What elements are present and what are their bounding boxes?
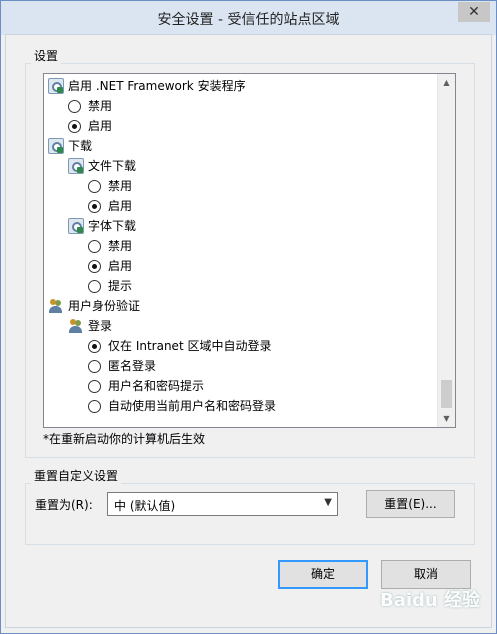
reset-button[interactable]: 重置(E)...	[366, 490, 455, 518]
tree-node-label: 启用 .NET Framework 安装程序	[68, 79, 246, 93]
radio-label: 匿名登录	[108, 359, 157, 373]
chevron-down-icon: ▼	[324, 497, 332, 508]
tree-node-label: 下载	[68, 139, 93, 153]
users-icon	[48, 298, 64, 314]
radio-label: 提示	[108, 279, 133, 293]
radio-label: 启用	[88, 119, 113, 133]
select-value: 中 (默认值)	[114, 499, 176, 513]
scroll-up-arrow-icon[interactable]: ▲	[438, 74, 455, 91]
radio-label: 用户名和密码提示	[108, 379, 205, 393]
reset-to-label: 重置为(R):	[35, 498, 93, 512]
radio-label: 禁用	[88, 99, 113, 113]
radio-button[interactable]	[68, 100, 81, 113]
radio-label: 禁用	[108, 239, 133, 253]
radio-label: 自动使用当前用户名和密码登录	[108, 399, 277, 413]
radio-button[interactable]	[88, 280, 101, 293]
settings-gear-icon	[68, 218, 84, 234]
radio-button-selected[interactable]	[88, 200, 101, 213]
window-title: 安全设置 - 受信任的站点区域	[157, 12, 340, 28]
settings-group-legend: 设置	[31, 47, 62, 64]
radio-label: 启用	[108, 199, 133, 213]
restart-note: *在重新启动你的计算机后生效	[43, 432, 206, 446]
tree-node-label: 字体下载	[88, 219, 137, 233]
radio-button[interactable]	[88, 240, 101, 253]
close-button[interactable]: ✕	[458, 2, 490, 22]
radio-button-selected[interactable]	[68, 120, 81, 133]
title-bar: 安全设置 - 受信任的站点区域 ✕	[1, 1, 496, 35]
settings-gear-icon	[48, 138, 64, 154]
radio-label: 禁用	[108, 179, 133, 193]
radio-button[interactable]	[88, 400, 101, 413]
watermark: Baidu 经验	[380, 590, 481, 611]
radio-label: 启用	[108, 259, 133, 273]
settings-tree[interactable]: 启用 .NET Framework 安装程序 禁用 启用 下载 文件下载 禁用 …	[43, 73, 456, 428]
radio-button[interactable]	[88, 180, 101, 193]
radio-button[interactable]	[88, 360, 101, 373]
scroll-down-arrow-icon[interactable]: ▼	[438, 410, 455, 427]
users-icon	[68, 318, 84, 334]
radio-button-selected[interactable]	[88, 340, 101, 353]
ok-button[interactable]: 确定	[278, 560, 368, 589]
scroll-thumb[interactable]	[441, 380, 452, 408]
vertical-scrollbar[interactable]: ▲ ▼	[437, 74, 455, 427]
cancel-button[interactable]: 取消	[381, 560, 471, 589]
reset-group-legend: 重置自定义设置	[31, 467, 122, 484]
tree-node-label: 登录	[88, 319, 113, 333]
radio-button[interactable]	[88, 380, 101, 393]
settings-gear-icon	[48, 78, 64, 94]
settings-gear-icon	[68, 158, 84, 174]
tree-node-label: 文件下载	[88, 159, 137, 173]
tree-node-label: 用户身份验证	[68, 299, 141, 313]
radio-label: 仅在 Intranet 区域中自动登录	[108, 339, 272, 353]
reset-level-select[interactable]: 中 (默认值) ▼	[107, 492, 338, 516]
radio-button-selected[interactable]	[88, 260, 101, 273]
